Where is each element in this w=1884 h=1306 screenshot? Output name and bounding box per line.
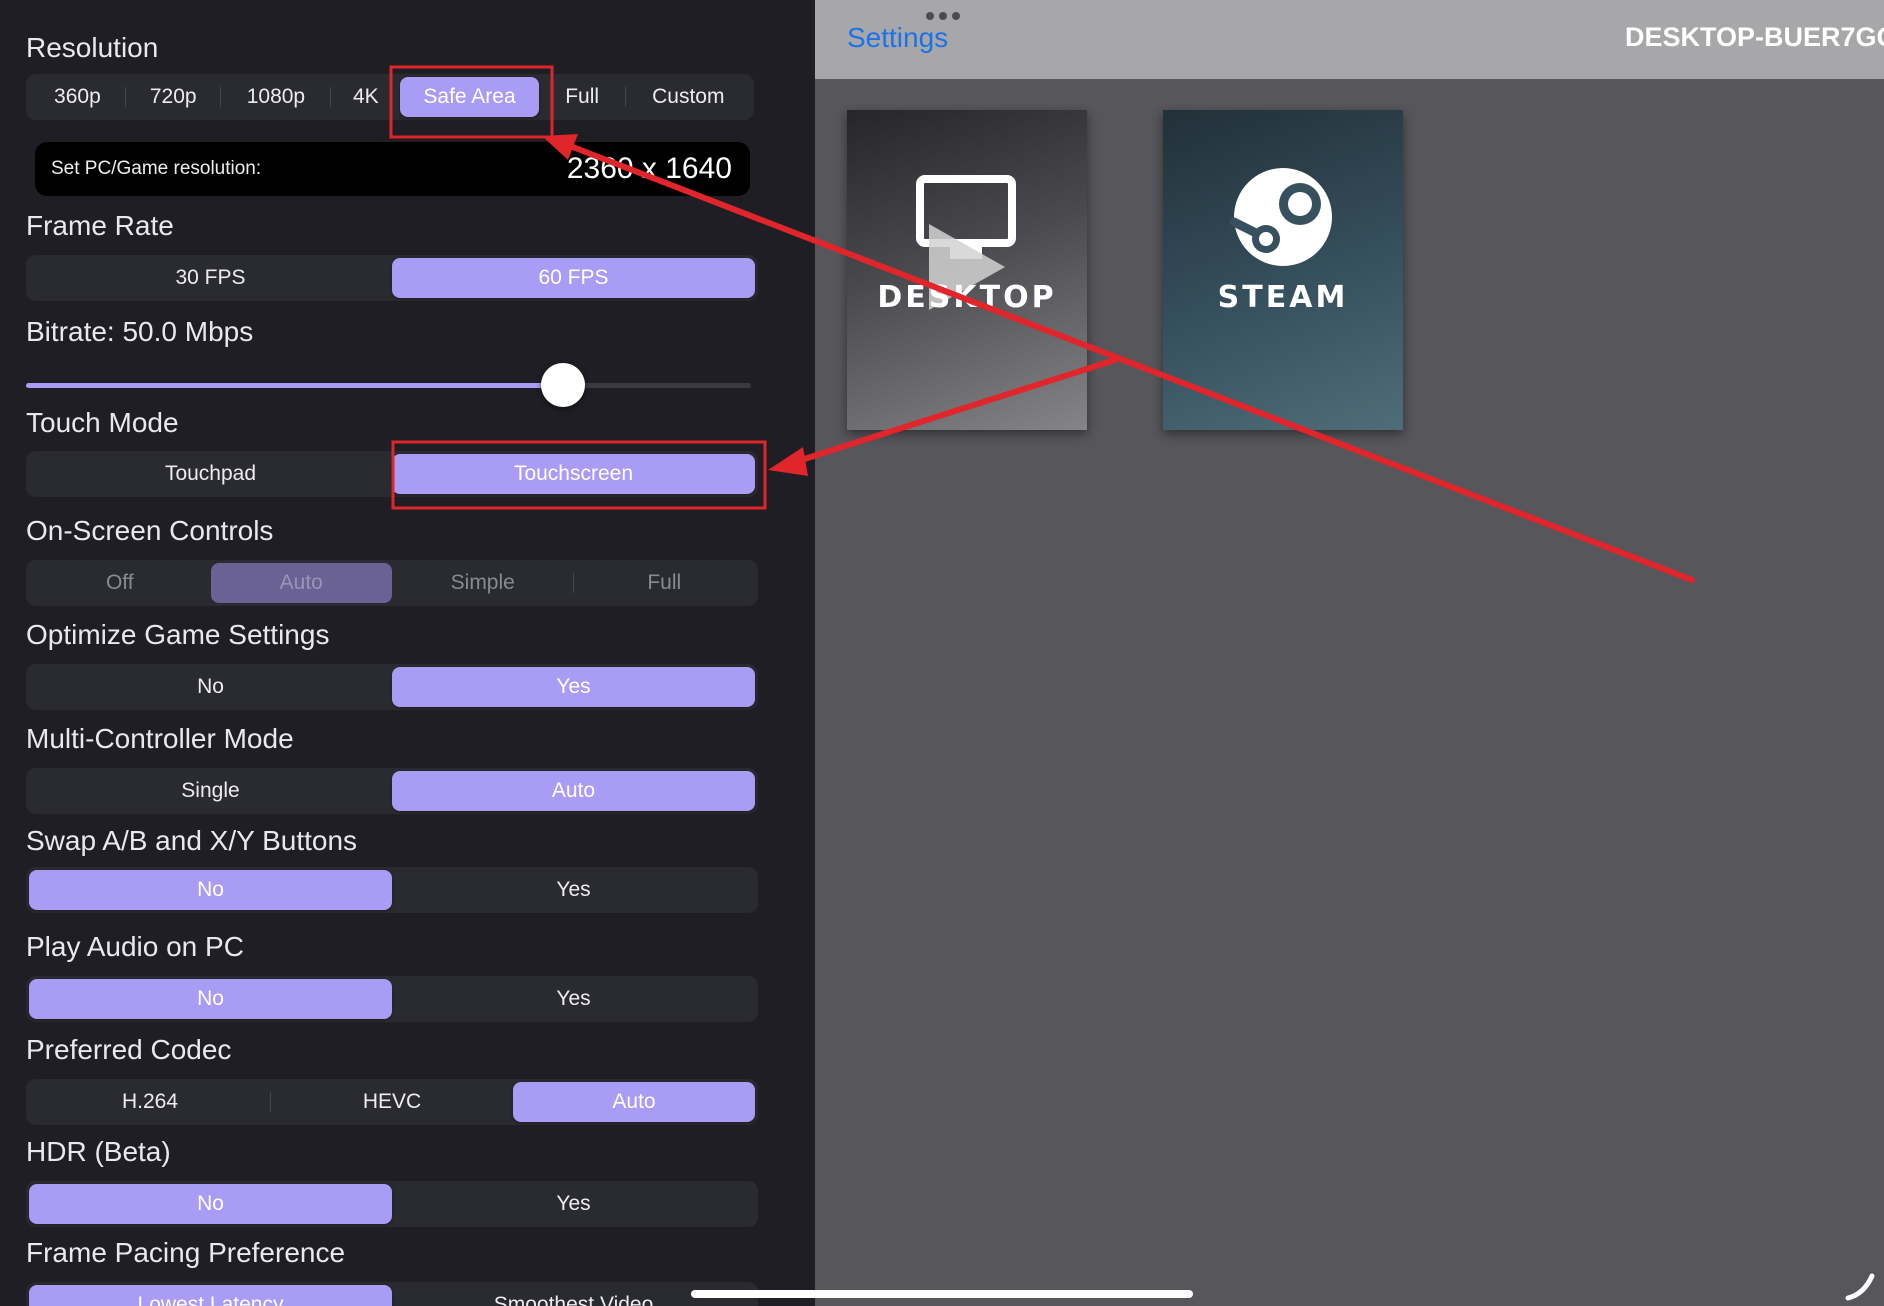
app-tile-steam-label: STEAM [1217, 280, 1349, 315]
preferred-codec-title: Preferred Codec [26, 1034, 232, 1065]
steam-logo-icon [1229, 168, 1332, 266]
codec-option-auto[interactable]: Auto [513, 1082, 755, 1122]
app-tile-desktop[interactable]: DESKTOP [847, 110, 1087, 430]
bitrate-slider-track[interactable] [26, 383, 751, 388]
settings-panel: Resolution 360p 720p 1080p 4K Safe Area … [0, 0, 815, 1306]
touch-mode-title: Touch Mode [26, 407, 179, 438]
frame-rate-option-30[interactable]: 30 FPS [29, 258, 392, 298]
play-audio-option-yes[interactable]: Yes [392, 979, 755, 1019]
play-audio-option-no[interactable]: No [29, 979, 392, 1019]
resolution-option-720p[interactable]: 720p [126, 77, 221, 117]
multi-controller-option-auto[interactable]: Auto [392, 771, 755, 811]
on-screen-controls-title: On-Screen Controls [26, 515, 274, 546]
on-screen-controls-segmented-control: Off Auto Simple Full [26, 560, 758, 606]
swap-buttons-option-yes[interactable]: Yes [392, 870, 755, 910]
bitrate-title: Bitrate: 50.0 Mbps [26, 316, 254, 347]
bitrate-slider-fill [26, 383, 563, 388]
resolution-option-1080p[interactable]: 1080p [221, 77, 332, 117]
play-audio-on-pc-segmented-control: No Yes [26, 976, 758, 1022]
frame-pacing-segmented-control: Lowest Latency Smoothest Video [26, 1282, 758, 1306]
resolution-option-safe-area[interactable]: Safe Area [400, 77, 539, 117]
hdr-option-yes[interactable]: Yes [392, 1184, 755, 1224]
touch-mode-option-touchscreen[interactable]: Touchscreen [392, 454, 755, 494]
touch-mode-segmented-control: Touchpad Touchscreen [26, 451, 758, 497]
codec-option-hevc[interactable]: HEVC [271, 1082, 513, 1122]
desktop-play-icon [916, 175, 1016, 310]
hdr-option-no[interactable]: No [29, 1184, 392, 1224]
resolution-readout-value: 2360 x 1640 [566, 152, 732, 185]
host-name-title: DESKTOP-BUER7GQ [1625, 22, 1884, 52]
navigation-bar: Settings DESKTOP-BUER7GQ [815, 0, 1884, 79]
optimize-game-settings-option-yes[interactable]: Yes [392, 667, 755, 707]
multitasking-dots-icon[interactable] [926, 12, 960, 20]
corner-swipe-icon [1845, 1273, 1875, 1301]
swap-buttons-segmented-control: No Yes [26, 867, 758, 913]
touch-mode-option-touchpad[interactable]: Touchpad [29, 454, 392, 494]
resolution-option-360p[interactable]: 360p [29, 77, 126, 117]
frame-pacing-title: Frame Pacing Preference [26, 1237, 346, 1268]
resolution-option-custom[interactable]: Custom [626, 77, 751, 117]
resolution-readout: Set PC/Game resolution: 2360 x 1640 [35, 142, 750, 196]
resolution-option-4k[interactable]: 4K [331, 77, 400, 117]
bitrate-slider-thumb[interactable] [540, 363, 585, 407]
play-audio-on-pc-title: Play Audio on PC [26, 931, 244, 962]
swap-buttons-title: Swap A/B and X/Y Buttons [26, 825, 358, 856]
multi-controller-option-single[interactable]: Single [29, 771, 392, 811]
frame-rate-segmented-control: 30 FPS 60 FPS [26, 255, 758, 301]
on-screen-controls-option-off[interactable]: Off [29, 563, 211, 603]
codec-option-h264[interactable]: H.264 [29, 1082, 271, 1122]
resolution-option-full[interactable]: Full [539, 77, 626, 117]
on-screen-controls-option-full[interactable]: Full [574, 563, 756, 603]
hdr-title: HDR (Beta) [26, 1136, 171, 1167]
frame-rate-title: Frame Rate [26, 210, 174, 241]
multi-controller-mode-segmented-control: Single Auto [26, 768, 758, 814]
resolution-segmented-control: 360p 720p 1080p 4K Safe Area Full Custom [26, 74, 754, 120]
settings-back-button[interactable]: Settings [847, 22, 948, 54]
app-tile-steam[interactable]: STEAM [1163, 110, 1403, 430]
on-screen-controls-option-simple[interactable]: Simple [392, 563, 574, 603]
optimize-game-settings-option-no[interactable]: No [29, 667, 392, 707]
home-indicator[interactable] [691, 1290, 1193, 1298]
preferred-codec-segmented-control: H.264 HEVC Auto [26, 1079, 758, 1125]
optimize-game-settings-title: Optimize Game Settings [26, 619, 330, 650]
resolution-readout-label: Set PC/Game resolution: [51, 158, 262, 179]
swap-buttons-option-no[interactable]: No [29, 870, 392, 910]
frame-rate-option-60[interactable]: 60 FPS [392, 258, 755, 298]
multi-controller-mode-title: Multi-Controller Mode [26, 723, 294, 754]
app-tile-desktop-label: DESKTOP [877, 280, 1057, 315]
frame-pacing-option-lowest-latency[interactable]: Lowest Latency [29, 1285, 392, 1306]
app-grid-area: Settings DESKTOP-BUER7GQ DESKTOP STEAM [815, 0, 1884, 1306]
resolution-title: Resolution [26, 32, 159, 63]
on-screen-controls-option-auto[interactable]: Auto [210, 563, 392, 603]
hdr-segmented-control: No Yes [26, 1181, 758, 1227]
optimize-game-settings-segmented-control: No Yes [26, 664, 758, 710]
